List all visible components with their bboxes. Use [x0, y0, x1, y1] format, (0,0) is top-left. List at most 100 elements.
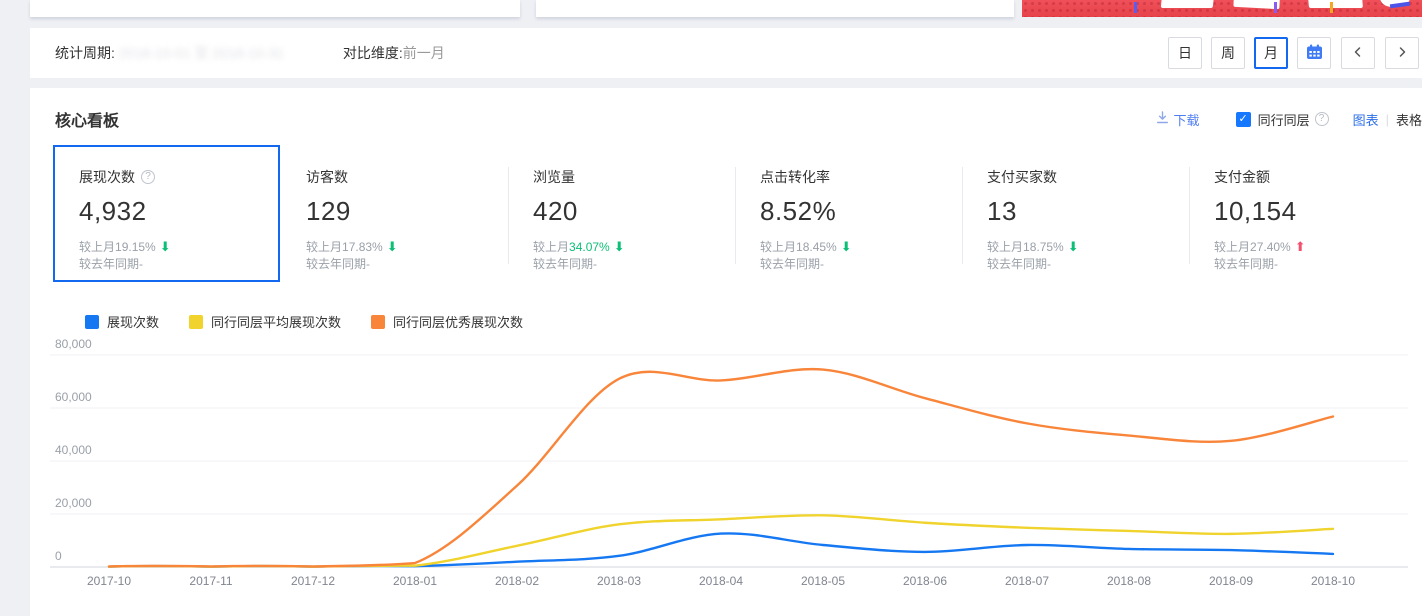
- chevron-right-icon: [1396, 45, 1408, 61]
- metric-mom-change: 较上月27.40% ⬆: [1214, 239, 1306, 254]
- metric-value: 10,154: [1214, 196, 1297, 226]
- metric-mom-change: 较上月17.83% ⬇: [306, 239, 398, 254]
- svg-text:2018-01: 2018-01: [393, 574, 437, 588]
- svg-text:2018-07: 2018-07: [1005, 574, 1049, 588]
- metric-mom-change: 较上月18.75% ⬇: [987, 239, 1079, 254]
- arrow-down-icon: ⬇: [1067, 239, 1079, 254]
- svg-text:2018-05: 2018-05: [801, 574, 845, 588]
- metric-value: 8.52%: [760, 196, 837, 226]
- peer-layer-toggle[interactable]: ✓ 同行同层 ?: [1235, 110, 1329, 129]
- svg-text:2018-08: 2018-08: [1107, 574, 1151, 588]
- metric-label: 点击转化率: [760, 169, 830, 185]
- metric-yoy-change: 较去年同期-: [533, 257, 597, 271]
- compare-dimension-label: 对比维度:: [342, 45, 403, 61]
- metric-yoy-change: 较去年同期-: [79, 257, 143, 271]
- arrow-down-icon: ⬇: [840, 239, 852, 254]
- arrow-down-icon: ⬇: [159, 239, 171, 254]
- legend-item[interactable]: 展现次数: [85, 312, 159, 331]
- checkbox-checked-icon[interactable]: ✓: [1235, 111, 1251, 127]
- panel-header: 核心看板 下载 ✓ 同行同层 ? 图表 | 表格: [30, 88, 1422, 131]
- legend-label: 展现次数: [107, 315, 160, 330]
- metric-card-2[interactable]: 访客数 129 较上月17.83% ⬇ 较去年同期-: [280, 145, 507, 282]
- svg-text:60,000: 60,000: [55, 390, 92, 404]
- stat-period-label: 统计周期:: [55, 45, 115, 61]
- legend-swatch-icon: [85, 314, 99, 329]
- banner-confetti: [1134, 2, 1137, 13]
- date-range-controls: 日 周 月: [1159, 37, 1419, 69]
- help-icon[interactable]: ?: [1314, 112, 1329, 126]
- view-chart-tab[interactable]: 图表: [1353, 110, 1379, 129]
- metric-label: 浏览量: [533, 169, 575, 185]
- metric-yoy-change: 较去年同期-: [760, 257, 824, 271]
- promo-banner[interactable]: [1022, 0, 1422, 17]
- top-cropped-row: [0, 0, 1422, 17]
- stats-toolbar: 统计周期: 2018-10-01 至 2018-10-31 对比维度: 前一月 …: [30, 28, 1422, 78]
- svg-text:2018-09: 2018-09: [1209, 574, 1253, 588]
- metric-value: 4,932: [79, 196, 147, 226]
- svg-text:2017-11: 2017-11: [189, 574, 232, 588]
- metric-card-1[interactable]: 展现次数? 4,932 较上月19.15% ⬇ 较去年同期-: [53, 145, 280, 282]
- peer-layer-label: 同行同层: [1257, 112, 1310, 128]
- legend-item[interactable]: 同行同层优秀展现次数: [371, 312, 523, 331]
- view-table-tab[interactable]: 表格: [1396, 110, 1422, 129]
- banner-confetti: [1274, 2, 1277, 13]
- view-toggle-divider: |: [1385, 111, 1389, 127]
- chevron-left-icon: [1352, 45, 1364, 61]
- prev-period-button[interactable]: [1341, 37, 1375, 69]
- metric-yoy-change: 较去年同期-: [987, 257, 1051, 271]
- help-icon[interactable]: ?: [141, 170, 155, 184]
- metric-yoy-change: 较去年同期-: [1214, 257, 1278, 271]
- core-dashboard-panel: 核心看板 下载 ✓ 同行同层 ? 图表 | 表格 展现次数? 4,932 较上月19…: [30, 88, 1422, 616]
- metric-cards: 展现次数? 4,932 较上月19.15% ⬇ 较去年同期- 访客数 129 较上月17.83…: [53, 145, 1422, 282]
- legend-swatch-icon: [371, 314, 386, 329]
- metric-label: 访客数: [306, 169, 348, 185]
- metric-mom-change: 较上月19.15% ⬇: [79, 239, 171, 254]
- svg-text:2018-06: 2018-06: [903, 574, 947, 588]
- banner-text-fragment: [1306, 0, 1364, 8]
- metric-card-3[interactable]: 浏览量 420 较上月34.07% ⬇ 较去年同期-: [507, 145, 734, 282]
- metric-value: 420: [533, 196, 578, 226]
- banner-text-fragment: [1160, 0, 1216, 8]
- next-period-button[interactable]: [1385, 37, 1419, 69]
- trend-chart: 80,000 60,000 40,000 20,000 0 2017-10 2017-11 2…: [30, 337, 1422, 606]
- range-month-button[interactable]: 月: [1254, 37, 1288, 69]
- arrow-up-icon: ⬆: [1294, 239, 1306, 254]
- legend-label: 同行同层优秀展现次数: [393, 315, 524, 330]
- top-card-middle: [536, 0, 1014, 17]
- metric-yoy-change: 较去年同期-: [306, 257, 370, 271]
- stat-period-value: 2018-10-01 至 2018-10-31: [118, 45, 284, 61]
- line-chart-svg[interactable]: 80,000 60,000 40,000 20,000 0 2017-10 2017-11 2…: [30, 337, 1422, 601]
- svg-text:2017-10: 2017-10: [87, 574, 131, 588]
- chart-legend: 展现次数 同行同层平均展现次数 同行同层优秀展现次数: [85, 312, 1422, 331]
- legend-swatch-icon: [189, 314, 204, 329]
- metric-value: 13: [987, 196, 1017, 226]
- metric-label: 支付金额: [1214, 169, 1270, 185]
- legend-item[interactable]: 同行同层平均展现次数: [189, 312, 341, 331]
- panel-header-controls: 下载 ✓ 同行同层 ? 图表 | 表格: [1156, 110, 1422, 129]
- svg-text:0: 0: [55, 549, 62, 563]
- svg-text:2017-12: 2017-12: [291, 574, 335, 588]
- svg-text:2018-02: 2018-02: [495, 574, 539, 588]
- metric-card-6[interactable]: 支付金额 10,154 较上月27.40% ⬆ 较去年同期-: [1188, 145, 1415, 282]
- panel-title: 核心看板: [55, 113, 120, 130]
- range-day-button[interactable]: 日: [1168, 37, 1202, 69]
- legend-label: 同行同层平均展现次数: [211, 315, 342, 330]
- range-week-button[interactable]: 周: [1211, 37, 1245, 69]
- metric-label: 展现次数?: [79, 167, 268, 187]
- metric-card-5[interactable]: 支付买家数 13 较上月18.75% ⬇ 较去年同期-: [961, 145, 1188, 282]
- top-card-left: [30, 0, 520, 17]
- metric-card-4[interactable]: 点击转化率 8.52% 较上月18.45% ⬇ 较去年同期-: [734, 145, 961, 282]
- view-toggle: 图表 | 表格: [1353, 110, 1422, 129]
- download-label: 下载: [1173, 112, 1200, 128]
- metric-mom-change: 较上月34.07% ⬇: [533, 239, 625, 254]
- arrow-down-icon: ⬇: [613, 239, 625, 254]
- download-button[interactable]: 下载: [1156, 110, 1200, 129]
- calendar-icon: [1306, 44, 1323, 63]
- metric-label: 支付买家数: [987, 169, 1057, 185]
- svg-text:2018-10: 2018-10: [1311, 574, 1355, 588]
- banner-confetti: [1330, 2, 1333, 13]
- calendar-button[interactable]: [1297, 37, 1331, 69]
- metric-value: 129: [306, 196, 351, 226]
- arrow-down-icon: ⬇: [386, 239, 398, 254]
- svg-text:2018-03: 2018-03: [597, 574, 641, 588]
